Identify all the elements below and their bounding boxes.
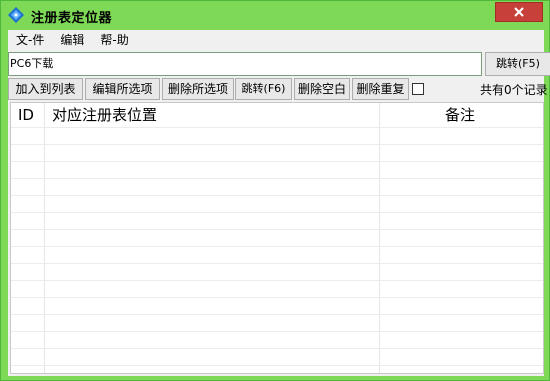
column-header-id[interactable]: ID [18,103,34,127]
grid-line [11,331,543,332]
delete-duplicate-button[interactable]: 删除重复 [352,78,409,100]
jump-f5-button[interactable]: 跳转(F5) [485,52,550,76]
column-header-location[interactable]: 对应注册表位置 [52,103,157,127]
window-title: 注册表定位器 [31,11,113,26]
grid-line [11,314,543,315]
jump-f6-button[interactable]: 跳转(F6) [235,78,292,100]
grid-line [11,178,543,179]
grid-line [11,127,543,128]
menu-edit[interactable]: 编辑 [52,30,92,51]
registry-path-input[interactable]: PC6下载 [8,52,482,76]
close-button[interactable] [495,2,543,22]
path-row: PC6下载 跳转(F5) [8,52,550,76]
title-bar[interactable]: 注册表定位器 [1,1,549,30]
column-header-note[interactable]: 备注 [445,103,475,127]
menu-bar: 文-件 编辑 帮-助 [8,30,544,51]
option-checkbox[interactable] [412,83,424,95]
grid-line [11,161,543,162]
grid-line [11,297,543,298]
grid-line [11,280,543,281]
menu-help[interactable]: 帮-助 [92,30,136,51]
list-header: ID 对应注册表位置 备注 [11,103,543,127]
app-window: 注册表定位器 文-件 编辑 帮-助 PC6下载 跳转(F5) 加入到列表 编辑所… [0,0,550,381]
add-to-list-button[interactable]: 加入到列表 [8,78,83,100]
edit-selected-button[interactable]: 编辑所选项 [85,78,160,100]
grid-line [11,263,543,264]
grid-line [11,365,543,366]
toolbar: 加入到列表 编辑所选项 删除所选项 跳转(F6) 删除空白 删除重复 共有0个记… [8,78,548,100]
grid-line [11,246,543,247]
grid-line [11,212,543,213]
grid-line [11,348,543,349]
close-icon [514,7,524,17]
delete-selected-button[interactable]: 删除所选项 [162,78,234,100]
record-list[interactable]: ID 对应注册表位置 备注 [10,102,544,374]
client-area: 文-件 编辑 帮-助 PC6下载 跳转(F5) 加入到列表 编辑所选项 删除所选… [8,30,550,376]
menu-file[interactable]: 文-件 [8,30,52,51]
grid-line [11,144,543,145]
grid-line [11,195,543,196]
record-count: 共有0个记录 [480,83,548,97]
delete-blank-button[interactable]: 删除空白 [294,78,350,100]
app-logo-icon [8,7,24,23]
grid-line [11,229,543,230]
